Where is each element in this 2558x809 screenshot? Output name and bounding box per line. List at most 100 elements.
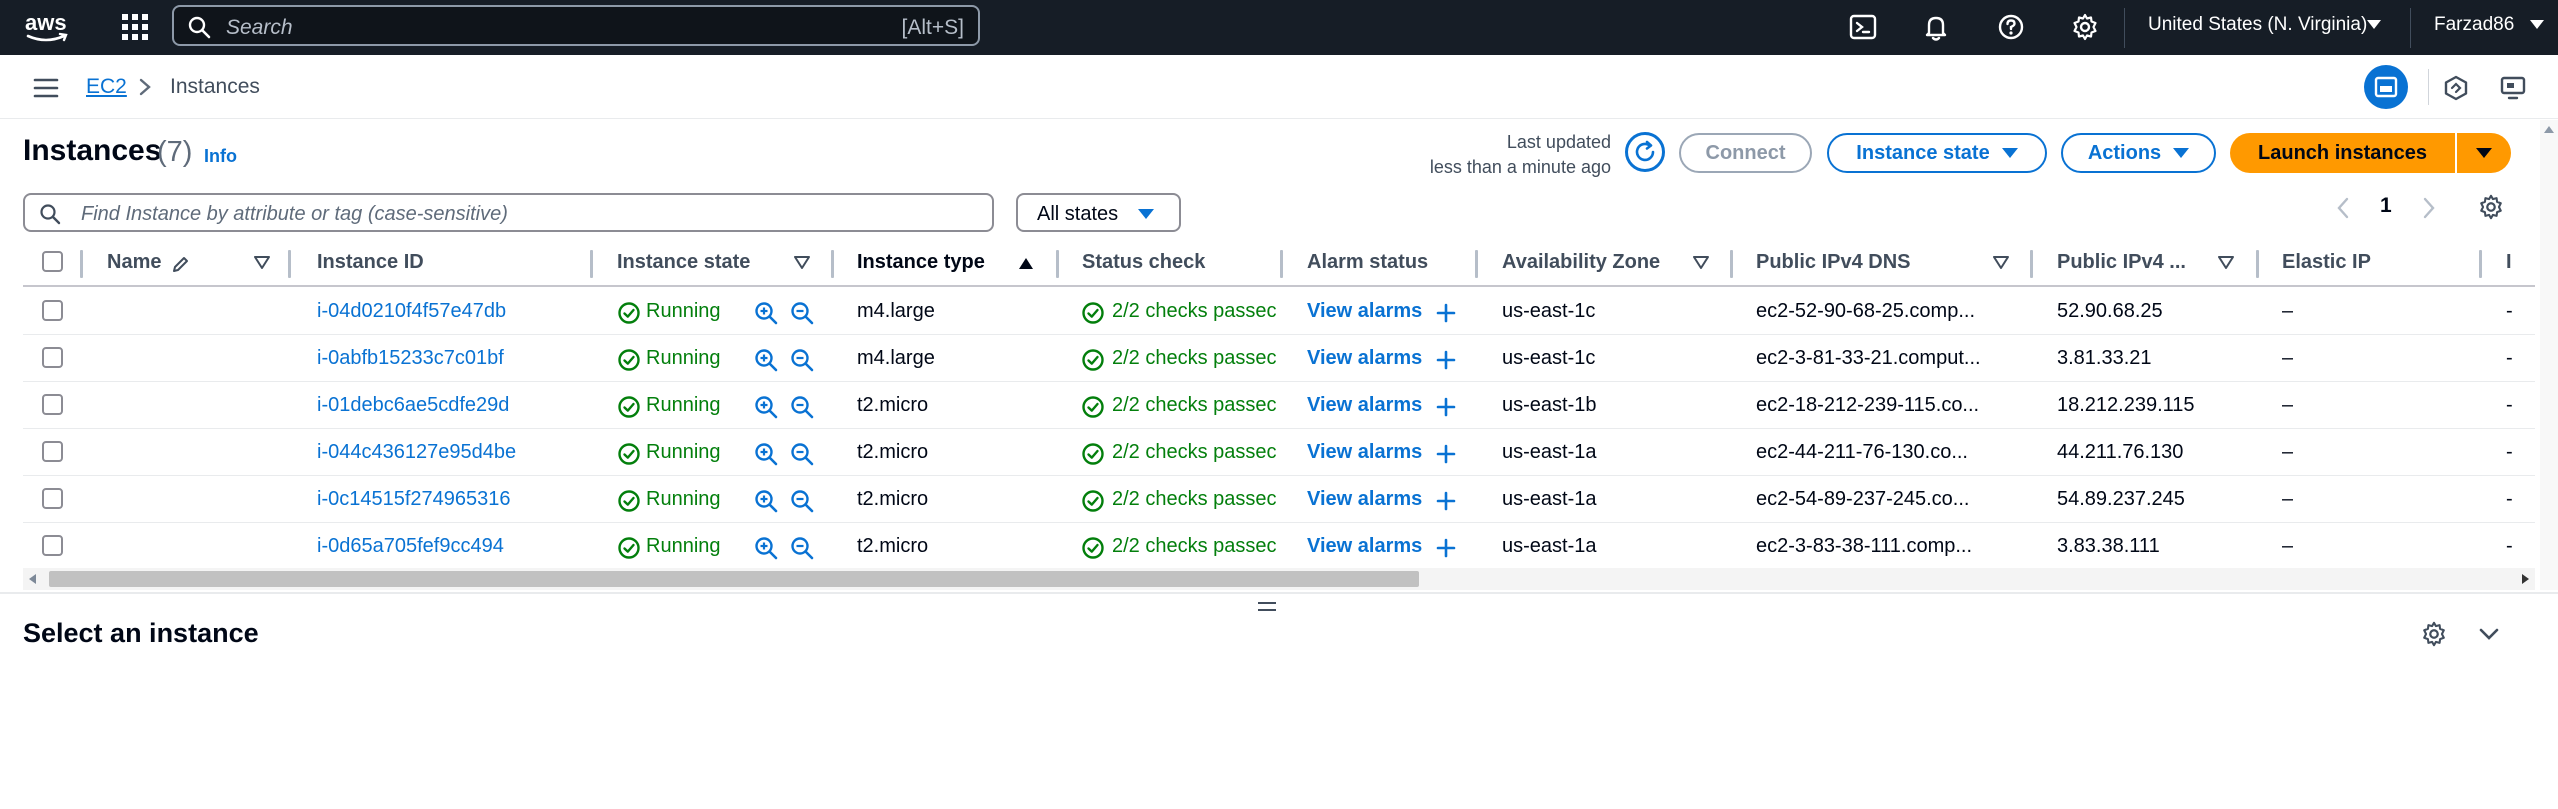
view-alarms-link[interactable]: View alarms [1307, 347, 1422, 370]
column-header-availability-zone[interactable]: Availability Zone [1502, 251, 1660, 274]
plus-icon[interactable] [1436, 303, 1456, 323]
chevron-left-icon[interactable] [2334, 196, 2352, 220]
states-select[interactable]: All states [1016, 193, 1181, 232]
table-row[interactable]: i-04d0210f4f57e47db Running m4.large 2/2 ch… [23, 288, 2535, 335]
plus-icon[interactable] [1436, 491, 1456, 511]
sort-icon[interactable] [254, 256, 270, 270]
global-search-input[interactable]: Search [Alt+S] [172, 5, 980, 46]
refresh-button[interactable] [1625, 132, 1665, 172]
zoom-out-icon[interactable] [790, 489, 814, 513]
sort-ascending-icon[interactable] [1018, 256, 1034, 270]
sort-icon[interactable] [2218, 256, 2234, 270]
help-icon[interactable] [1996, 12, 2026, 42]
column-header-elastic-ip[interactable]: Elastic IP [2282, 251, 2371, 274]
column-header-name[interactable]: Name [107, 251, 161, 274]
view-alarms-link[interactable]: View alarms [1307, 394, 1422, 417]
zoom-out-icon[interactable] [790, 301, 814, 325]
hamburger-icon[interactable] [33, 77, 59, 99]
zoom-in-icon[interactable] [754, 442, 778, 466]
gear-icon[interactable] [2477, 193, 2505, 221]
launch-instances-button[interactable]: Launch instances [2230, 133, 2455, 173]
zoom-in-icon[interactable] [754, 536, 778, 560]
zoom-out-icon[interactable] [790, 395, 814, 419]
instance-id-link[interactable]: i-0c14515f274965316 [317, 488, 511, 511]
plus-icon[interactable] [1436, 397, 1456, 417]
scrollbar-thumb[interactable] [49, 571, 1419, 587]
row-checkbox[interactable] [42, 300, 63, 321]
column-header-public-dns[interactable]: Public IPv4 DNS [1756, 251, 1911, 274]
instance-state-button[interactable]: Instance state [1827, 133, 2047, 173]
sort-icon[interactable] [1993, 256, 2009, 270]
instance-id-link[interactable]: i-044c436127e95d4be [317, 441, 516, 464]
instance-id-link[interactable]: i-01debc6ae5cdfe29d [317, 394, 509, 417]
instance-id-link[interactable]: i-04d0210f4f57e47db [317, 300, 506, 323]
gear-icon[interactable] [2420, 620, 2448, 648]
search-icon [40, 204, 61, 225]
instance-id-link[interactable]: i-0d65a705fef9cc494 [317, 535, 504, 558]
zoom-in-icon[interactable] [754, 301, 778, 325]
instance-id-link[interactable]: i-0abfb15233c7c01bf [317, 347, 504, 370]
column-header-status-check[interactable]: Status check [1082, 251, 1205, 274]
zoom-in-icon[interactable] [754, 395, 778, 419]
scroll-up-arrow[interactable] [2544, 126, 2554, 133]
zoom-in-icon[interactable] [754, 348, 778, 372]
account-menu[interactable]: Farzad86 [2434, 14, 2514, 36]
zoom-out-icon[interactable] [790, 536, 814, 560]
view-alarms-link[interactable]: View alarms [1307, 300, 1422, 323]
table-row[interactable]: i-01debc6ae5cdfe29d Running t2.micro 2/2 ch… [23, 382, 2535, 429]
info-link[interactable]: Info [204, 146, 237, 167]
page-number[interactable]: 1 [2380, 194, 2392, 218]
column-header-instance-id[interactable]: Instance ID [317, 251, 424, 274]
split-panel-resize-handle[interactable] [1258, 602, 1276, 611]
zoom-out-icon[interactable] [790, 348, 814, 372]
breadcrumb-ec2[interactable]: EC2 [86, 75, 127, 99]
region-selector[interactable]: United States (N. Virginia) [2148, 14, 2367, 36]
horizontal-scrollbar[interactable] [23, 568, 2535, 590]
plus-icon[interactable] [1436, 444, 1456, 464]
connect-button[interactable]: Connect [1679, 133, 1812, 173]
instance-filter-input[interactable]: Find Instance by attribute or tag (case-… [23, 193, 994, 232]
apps-grid-icon[interactable] [120, 12, 150, 42]
plus-icon[interactable] [1436, 350, 1456, 370]
gear-icon[interactable] [2070, 12, 2100, 42]
hexagon-icon[interactable] [2443, 75, 2469, 101]
view-alarms-link[interactable]: View alarms [1307, 535, 1422, 558]
breadcrumb-bar: EC2 Instances [0, 55, 2558, 119]
aws-logo[interactable]: aws [24, 8, 72, 46]
sort-icon[interactable] [1693, 256, 1709, 270]
launch-options-button[interactable] [2457, 133, 2511, 173]
monitor-icon[interactable] [2500, 75, 2526, 101]
scroll-left-arrow[interactable] [29, 574, 36, 584]
column-header-extra[interactable]: I [2506, 251, 2512, 274]
chevron-right-icon[interactable] [2420, 196, 2438, 220]
table-row[interactable]: i-0c14515f274965316 Running t2.micro 2/2 ch… [23, 476, 2535, 523]
column-header-instance-state[interactable]: Instance state [617, 251, 750, 274]
column-header-alarm-status[interactable]: Alarm status [1307, 251, 1428, 274]
chevron-down-icon[interactable] [2478, 626, 2500, 642]
view-alarms-link[interactable]: View alarms [1307, 488, 1422, 511]
bell-icon[interactable] [1921, 12, 1951, 42]
table-row[interactable]: i-0d65a705fef9cc494 Running t2.micro 2/2 ch… [23, 523, 2535, 570]
row-checkbox[interactable] [42, 535, 63, 556]
sort-icon[interactable] [794, 256, 810, 270]
vertical-scrollbar[interactable] [2540, 120, 2558, 590]
caret-down-icon [2367, 20, 2381, 29]
column-header-public-ip[interactable]: Public IPv4 ... [2057, 251, 2186, 274]
table-row[interactable]: i-0abfb15233c7c01bf Running m4.large 2/2 ch… [23, 335, 2535, 382]
zoom-out-icon[interactable] [790, 442, 814, 466]
plus-icon[interactable] [1436, 538, 1456, 558]
row-checkbox[interactable] [42, 488, 63, 509]
actions-button[interactable]: Actions [2061, 133, 2216, 173]
table-row[interactable]: i-044c436127e95d4be Running t2.micro 2/2 ch… [23, 429, 2535, 476]
row-checkbox[interactable] [42, 394, 63, 415]
cloudshell-icon[interactable] [1848, 12, 1878, 42]
instance-count: (7) [157, 136, 193, 168]
row-checkbox[interactable] [42, 347, 63, 368]
select-all-checkbox[interactable] [42, 251, 63, 272]
scroll-right-arrow[interactable] [2522, 574, 2529, 584]
view-alarms-link[interactable]: View alarms [1307, 441, 1422, 464]
column-header-instance-type[interactable]: Instance type [857, 251, 985, 274]
zoom-in-icon[interactable] [754, 489, 778, 513]
split-panel-toggle-button[interactable] [2364, 65, 2408, 109]
row-checkbox[interactable] [42, 441, 63, 462]
